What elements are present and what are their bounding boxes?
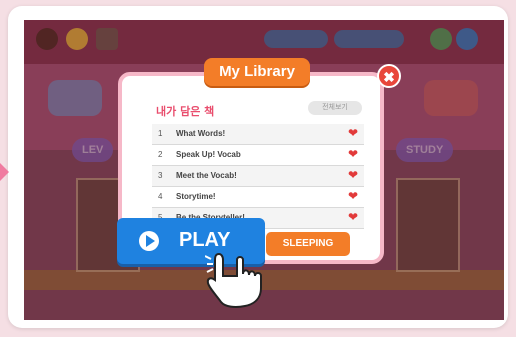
- item-number: 2: [158, 150, 163, 159]
- side-arrow-icon: [0, 163, 9, 181]
- modal-title: My Library: [204, 58, 310, 86]
- book-list: 1 What Words! ❤ 2 Speak Up! Vocab ❤ 3 Me…: [152, 124, 364, 229]
- filter-dropdown[interactable]: 전체보기: [308, 101, 362, 115]
- modal-subtitle: 내가 담은 책: [156, 105, 215, 118]
- list-item[interactable]: 3 Meet the Vocab! ❤: [152, 166, 364, 187]
- play-label: PLAY: [179, 229, 231, 251]
- play-icon: [139, 231, 159, 251]
- sleeping-button[interactable]: SLEEPING: [266, 232, 350, 256]
- heart-icon[interactable]: ❤: [348, 127, 358, 139]
- list-item[interactable]: 4 Storytime! ❤: [152, 187, 364, 208]
- item-title: Meet the Vocab!: [176, 171, 237, 180]
- item-number: 1: [158, 129, 163, 138]
- heart-icon[interactable]: ❤: [348, 169, 358, 181]
- item-title: What Words!: [176, 129, 226, 138]
- list-item[interactable]: 1 What Words! ❤: [152, 124, 364, 145]
- close-button[interactable]: ✖: [377, 64, 401, 88]
- item-number: 4: [158, 192, 163, 201]
- item-title: Speak Up! Vocab: [176, 150, 241, 159]
- pointing-hand-icon: [205, 252, 262, 308]
- heart-icon[interactable]: ❤: [348, 211, 358, 223]
- list-item[interactable]: 2 Speak Up! Vocab ❤: [152, 145, 364, 166]
- sleeping-label: SLEEPING: [282, 238, 334, 249]
- item-title: Storytime!: [176, 192, 216, 201]
- heart-icon[interactable]: ❤: [348, 148, 358, 160]
- heart-icon[interactable]: ❤: [348, 190, 358, 202]
- item-number: 3: [158, 171, 163, 180]
